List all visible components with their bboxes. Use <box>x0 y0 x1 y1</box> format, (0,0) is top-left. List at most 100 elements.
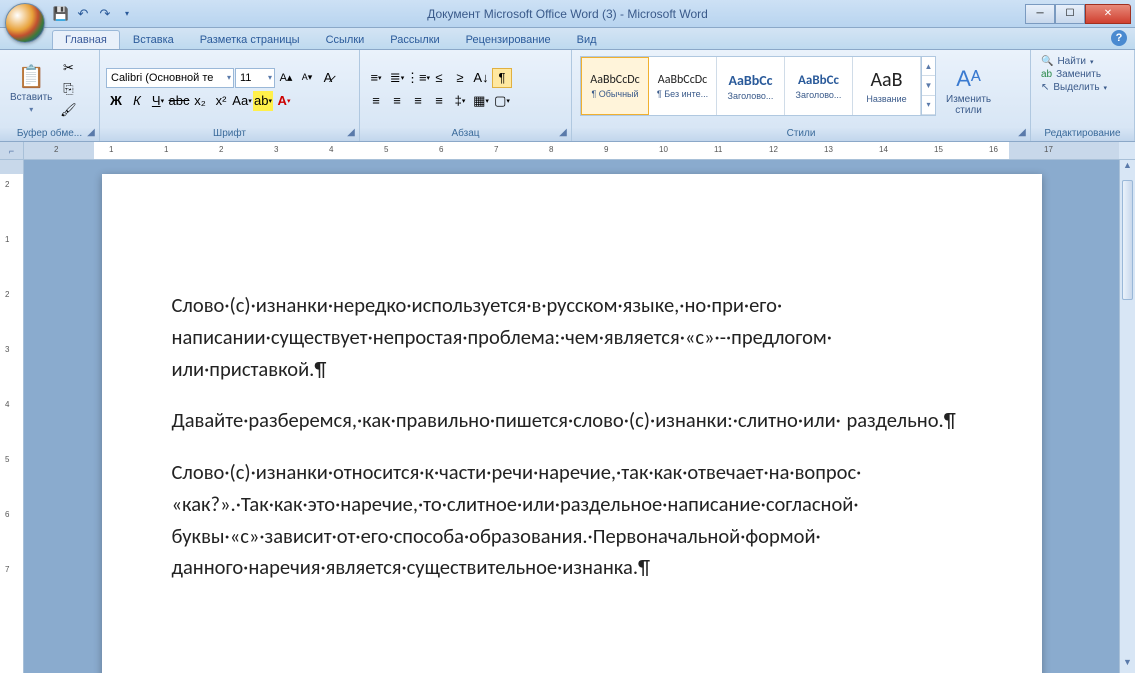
page: Слово·(с)·изнанки·нередко·используется·в… <box>102 174 1042 673</box>
font-family-combo[interactable]: Calibri (Основной те▾ <box>106 68 234 88</box>
borders-button[interactable]: ▢▾ <box>492 91 512 111</box>
font-launcher[interactable]: ◢ <box>345 127 357 139</box>
justify-button[interactable]: ≡ <box>429 91 449 111</box>
gallery-up-button[interactable]: ▲ <box>922 57 935 76</box>
style-item[interactable]: AaBbCcЗаголово... <box>785 57 853 115</box>
qat-customize-icon[interactable]: ▾ <box>118 5 136 23</box>
ruler-tick: 2 <box>5 290 9 299</box>
paragraph[interactable]: Слово·(с)·изнанки·относится·к·части·речи… <box>172 457 972 584</box>
tab-references[interactable]: Ссылки <box>313 30 378 49</box>
ruler-tick: 3 <box>274 145 278 154</box>
font-size-combo[interactable]: 11▾ <box>235 68 275 88</box>
change-styles-button[interactable]: Aᴬ Изменить стили <box>940 56 997 126</box>
format-painter-button[interactable]: 🖌 <box>58 100 78 120</box>
styles-launcher[interactable]: ◢ <box>1016 127 1028 139</box>
chevron-down-icon: ▾ <box>223 73 231 82</box>
ruler-tick: 2 <box>54 145 58 154</box>
style-item[interactable]: AaBНазвание <box>853 57 921 115</box>
paragraph[interactable]: Давайте·разберемся,·как·правильно·пишетс… <box>172 405 972 437</box>
style-name: Заголово... <box>787 90 850 100</box>
undo-icon[interactable]: ↶ <box>74 5 92 23</box>
minimize-button[interactable]: ─ <box>1025 4 1055 24</box>
ruler-tick: 4 <box>329 145 333 154</box>
align-left-button[interactable]: ≡ <box>366 91 386 111</box>
shading-button[interactable]: ▦▾ <box>471 91 491 111</box>
align-right-button[interactable]: ≡ <box>408 91 428 111</box>
vertical-ruler[interactable]: 21234567 <box>0 160 24 673</box>
group-label-clipboard: Буфер обме... <box>4 126 95 141</box>
superscript-button[interactable]: x² <box>211 91 231 111</box>
replace-button[interactable]: abЗаменить <box>1041 69 1107 80</box>
paste-button[interactable]: 📋 Вставить ▾ <box>4 52 58 126</box>
font-color-button[interactable]: A▾ <box>274 91 294 111</box>
tab-home[interactable]: Главная <box>52 30 120 49</box>
bullets-button[interactable]: ≡▾ <box>366 68 386 88</box>
paragraph[interactable]: Слово·(с)·изнанки·нередко·используется·в… <box>172 290 972 385</box>
scroll-up-button[interactable]: ▲ <box>1120 160 1135 176</box>
ruler-tick: 12 <box>769 145 778 154</box>
tab-view[interactable]: Вид <box>564 30 610 49</box>
ruler-tick: 2 <box>219 145 223 154</box>
tab-mailings[interactable]: Рассылки <box>377 30 452 49</box>
gallery-down-button[interactable]: ▼ <box>922 76 935 95</box>
replace-icon: ab <box>1041 69 1052 80</box>
scroll-thumb[interactable] <box>1122 180 1133 300</box>
line-spacing-button[interactable]: ‡▾ <box>450 91 470 111</box>
italic-button[interactable]: К <box>127 91 147 111</box>
clear-formatting-button[interactable]: A̷ <box>318 68 338 88</box>
bold-button[interactable]: Ж <box>106 91 126 111</box>
paragraph-launcher[interactable]: ◢ <box>557 127 569 139</box>
redo-icon[interactable]: ↷ <box>96 5 114 23</box>
horizontal-ruler[interactable]: 211234567891011121314151617 <box>24 142 1119 159</box>
multilevel-button[interactable]: ⋮≡▾ <box>408 68 428 88</box>
group-styles: AaBbCcDc¶ ОбычныйAaBbCcDc¶ Без инте...Aa… <box>572 50 1031 141</box>
close-button[interactable]: ✕ <box>1085 4 1131 24</box>
find-button[interactable]: 🔍Найти▾ <box>1041 56 1107 67</box>
group-label-paragraph: Абзац <box>364 126 567 141</box>
style-item[interactable]: AaBbCcЗаголово... <box>717 57 785 115</box>
tab-insert[interactable]: Вставка <box>120 30 187 49</box>
scroll-down-button[interactable]: ▼ <box>1120 657 1135 673</box>
grow-font-button[interactable]: A▴ <box>276 68 296 88</box>
style-item[interactable]: AaBbCcDc¶ Обычный <box>581 57 649 115</box>
subscript-button[interactable]: x₂ <box>190 91 210 111</box>
group-label-styles: Стили <box>576 126 1026 141</box>
align-center-button[interactable]: ≡ <box>387 91 407 111</box>
office-button[interactable] <box>5 3 45 43</box>
ruler-tick: 1 <box>5 235 9 244</box>
gallery-more-button[interactable]: ▾ <box>922 96 935 115</box>
shrink-font-button[interactable]: A▾ <box>297 68 317 88</box>
highlight-button[interactable]: ab▾ <box>253 91 273 111</box>
tab-pagelayout[interactable]: Разметка страницы <box>187 30 313 49</box>
tab-review[interactable]: Рецензирование <box>453 30 564 49</box>
vertical-scrollbar[interactable]: ▲ ▼ <box>1119 160 1135 673</box>
sort-button[interactable]: A↓ <box>471 68 491 88</box>
ruler-corner[interactable]: ⌐ <box>0 142 24 159</box>
strikethrough-button[interactable]: abc <box>169 91 189 111</box>
show-marks-button[interactable]: ¶ <box>492 68 512 88</box>
underline-button[interactable]: Ч▾ <box>148 91 168 111</box>
clipboard-launcher[interactable]: ◢ <box>85 127 97 139</box>
decrease-indent-button[interactable]: ≤ <box>429 68 449 88</box>
change-case-button[interactable]: Aa▾ <box>232 91 252 111</box>
cut-button[interactable]: ✂ <box>58 58 78 78</box>
copy-button[interactable]: ⎘ <box>58 79 78 99</box>
ruler-tick: 14 <box>879 145 888 154</box>
style-preview: AaBbCcDc <box>658 73 707 87</box>
numbering-button[interactable]: ≣▾ <box>387 68 407 88</box>
ruler-tick: 6 <box>439 145 443 154</box>
ruler-tick: 16 <box>989 145 998 154</box>
horizontal-ruler-area: ⌐ 211234567891011121314151617 <box>0 142 1135 160</box>
document-viewport[interactable]: Слово·(с)·изнанки·нередко·используется·в… <box>24 160 1119 673</box>
increase-indent-button[interactable]: ≥ <box>450 68 470 88</box>
save-icon[interactable]: 💾 <box>52 5 70 23</box>
help-button[interactable]: ? <box>1111 30 1127 46</box>
maximize-button[interactable]: ☐ <box>1055 4 1085 24</box>
select-button[interactable]: ↖Выделить▾ <box>1041 82 1107 93</box>
group-label-font: Шрифт <box>104 126 355 141</box>
quick-access-toolbar: 💾 ↶ ↷ ▾ <box>52 0 136 27</box>
style-preview: AaBbCc <box>728 72 772 89</box>
change-styles-icon: Aᴬ <box>956 66 981 92</box>
style-item[interactable]: AaBbCcDc¶ Без инте... <box>649 57 717 115</box>
ruler-tick: 6 <box>5 510 9 519</box>
